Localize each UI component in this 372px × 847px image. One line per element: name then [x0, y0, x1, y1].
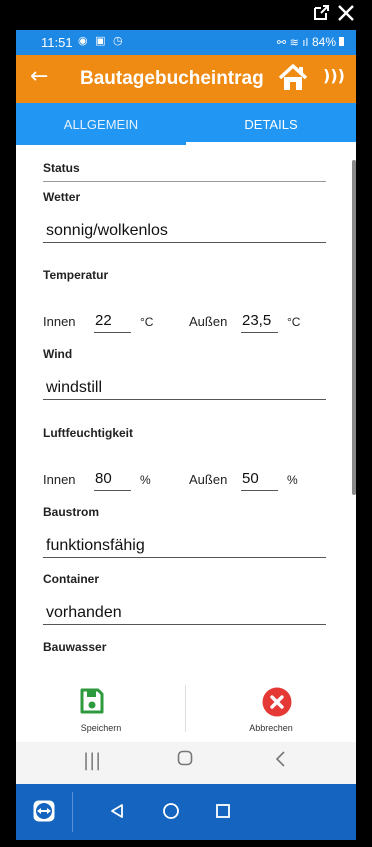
- luft-innen-label: Innen: [43, 472, 76, 487]
- bar-divider: [72, 792, 73, 832]
- nfc-icon[interactable]: ))): [323, 66, 345, 85]
- back-arrow-icon[interactable]: ←: [30, 64, 48, 89]
- luft-aussen-label: Außen: [189, 472, 228, 487]
- notification-icons: ◉ ▣ ◷: [78, 34, 125, 47]
- temp-innen-underline: [94, 332, 131, 333]
- wind-label: Wind: [43, 347, 73, 361]
- temp-aussen-label: Außen: [189, 314, 228, 329]
- cancel-icon: [262, 687, 292, 722]
- details-form: Status Wetter sonnig/wolkenlos Temperatu…: [16, 145, 356, 675]
- remote-control-bar: [16, 784, 356, 840]
- phone-screen: 11:51 ◉ ▣ ◷ ⚯ ≋ ıl 84% ← Bautagebucheint…: [16, 30, 356, 840]
- home-circle-icon[interactable]: [162, 802, 180, 824]
- window-frame-top: [0, 0, 372, 30]
- tab-bar: ALLGEMEIN DETAILS: [16, 103, 356, 145]
- save-button[interactable]: Speichern: [16, 675, 186, 742]
- save-icon: [79, 687, 105, 720]
- page-title: Bautagebucheintrag: [80, 68, 264, 89]
- luftfeuchtigkeit-label: Luftfeuchtigkeit: [43, 426, 133, 440]
- temperatur-label: Temperatur: [43, 268, 109, 282]
- app-bar: ← Bautagebucheintrag ))): [16, 55, 356, 103]
- baustrom-label: Baustrom: [43, 505, 100, 519]
- status-field[interactable]: [43, 181, 326, 182]
- status-time: 11:51: [41, 35, 73, 50]
- temp-aussen-unit: °C: [287, 315, 301, 329]
- luft-innen-field[interactable]: 80: [95, 470, 112, 487]
- temp-aussen-underline: [241, 332, 278, 333]
- wind-underline: [43, 399, 326, 400]
- action-bar: Speichern Abbrechen: [16, 675, 356, 742]
- home-nav-icon[interactable]: [177, 750, 193, 771]
- status-bar: 11:51 ◉ ▣ ◷ ⚯ ≋ ıl 84%: [16, 30, 356, 55]
- home-icon[interactable]: [278, 64, 308, 97]
- teamviewer-icon[interactable]: [33, 800, 55, 826]
- cancel-label: Abbrechen: [249, 723, 293, 733]
- baustrom-field[interactable]: funktionsfähig: [46, 537, 145, 555]
- luft-innen-underline: [94, 490, 131, 491]
- back-triangle-icon[interactable]: [110, 803, 124, 823]
- wifi-icon: ⚯ ≋ ıl: [276, 36, 312, 49]
- luft-innen-unit: %: [140, 473, 151, 487]
- save-label: Speichern: [80, 723, 122, 733]
- close-icon[interactable]: [337, 4, 355, 27]
- tab-allgemein[interactable]: ALLGEMEIN: [16, 103, 186, 145]
- wetter-underline: [43, 242, 326, 243]
- cancel-button[interactable]: Abbrechen: [186, 675, 356, 742]
- luft-aussen-field[interactable]: 50: [242, 470, 259, 487]
- wind-field[interactable]: windstill: [46, 379, 102, 397]
- container-underline: [43, 624, 326, 625]
- battery-icon: [339, 37, 344, 46]
- android-nav-bar: |||: [16, 742, 356, 784]
- battery-level: 84%: [311, 35, 336, 49]
- recent-apps-icon[interactable]: |||: [83, 750, 101, 771]
- wetter-field[interactable]: sonnig/wolkenlos: [46, 222, 168, 240]
- luft-aussen-underline: [241, 490, 278, 491]
- recents-square-icon[interactable]: [215, 803, 231, 823]
- luft-aussen-unit: %: [287, 473, 298, 487]
- container-field[interactable]: vorhanden: [46, 604, 122, 622]
- scrollbar[interactable]: [352, 160, 356, 495]
- container-label: Container: [43, 572, 100, 586]
- external-link-icon[interactable]: [312, 4, 330, 27]
- temp-innen-unit: °C: [140, 315, 154, 329]
- tab-details[interactable]: DETAILS: [186, 103, 356, 145]
- temp-aussen-field[interactable]: 23,5: [242, 312, 271, 329]
- status-right: ⚯ ≋ ıl 84%: [277, 35, 344, 49]
- bauwasser-label: Bauwasser: [43, 640, 107, 654]
- temp-innen-field[interactable]: 22: [95, 312, 112, 329]
- wetter-label: Wetter: [43, 190, 81, 204]
- back-nav-icon[interactable]: [274, 750, 286, 773]
- baustrom-underline: [43, 557, 326, 558]
- temp-innen-label: Innen: [43, 314, 76, 329]
- status-label: Status: [43, 161, 80, 175]
